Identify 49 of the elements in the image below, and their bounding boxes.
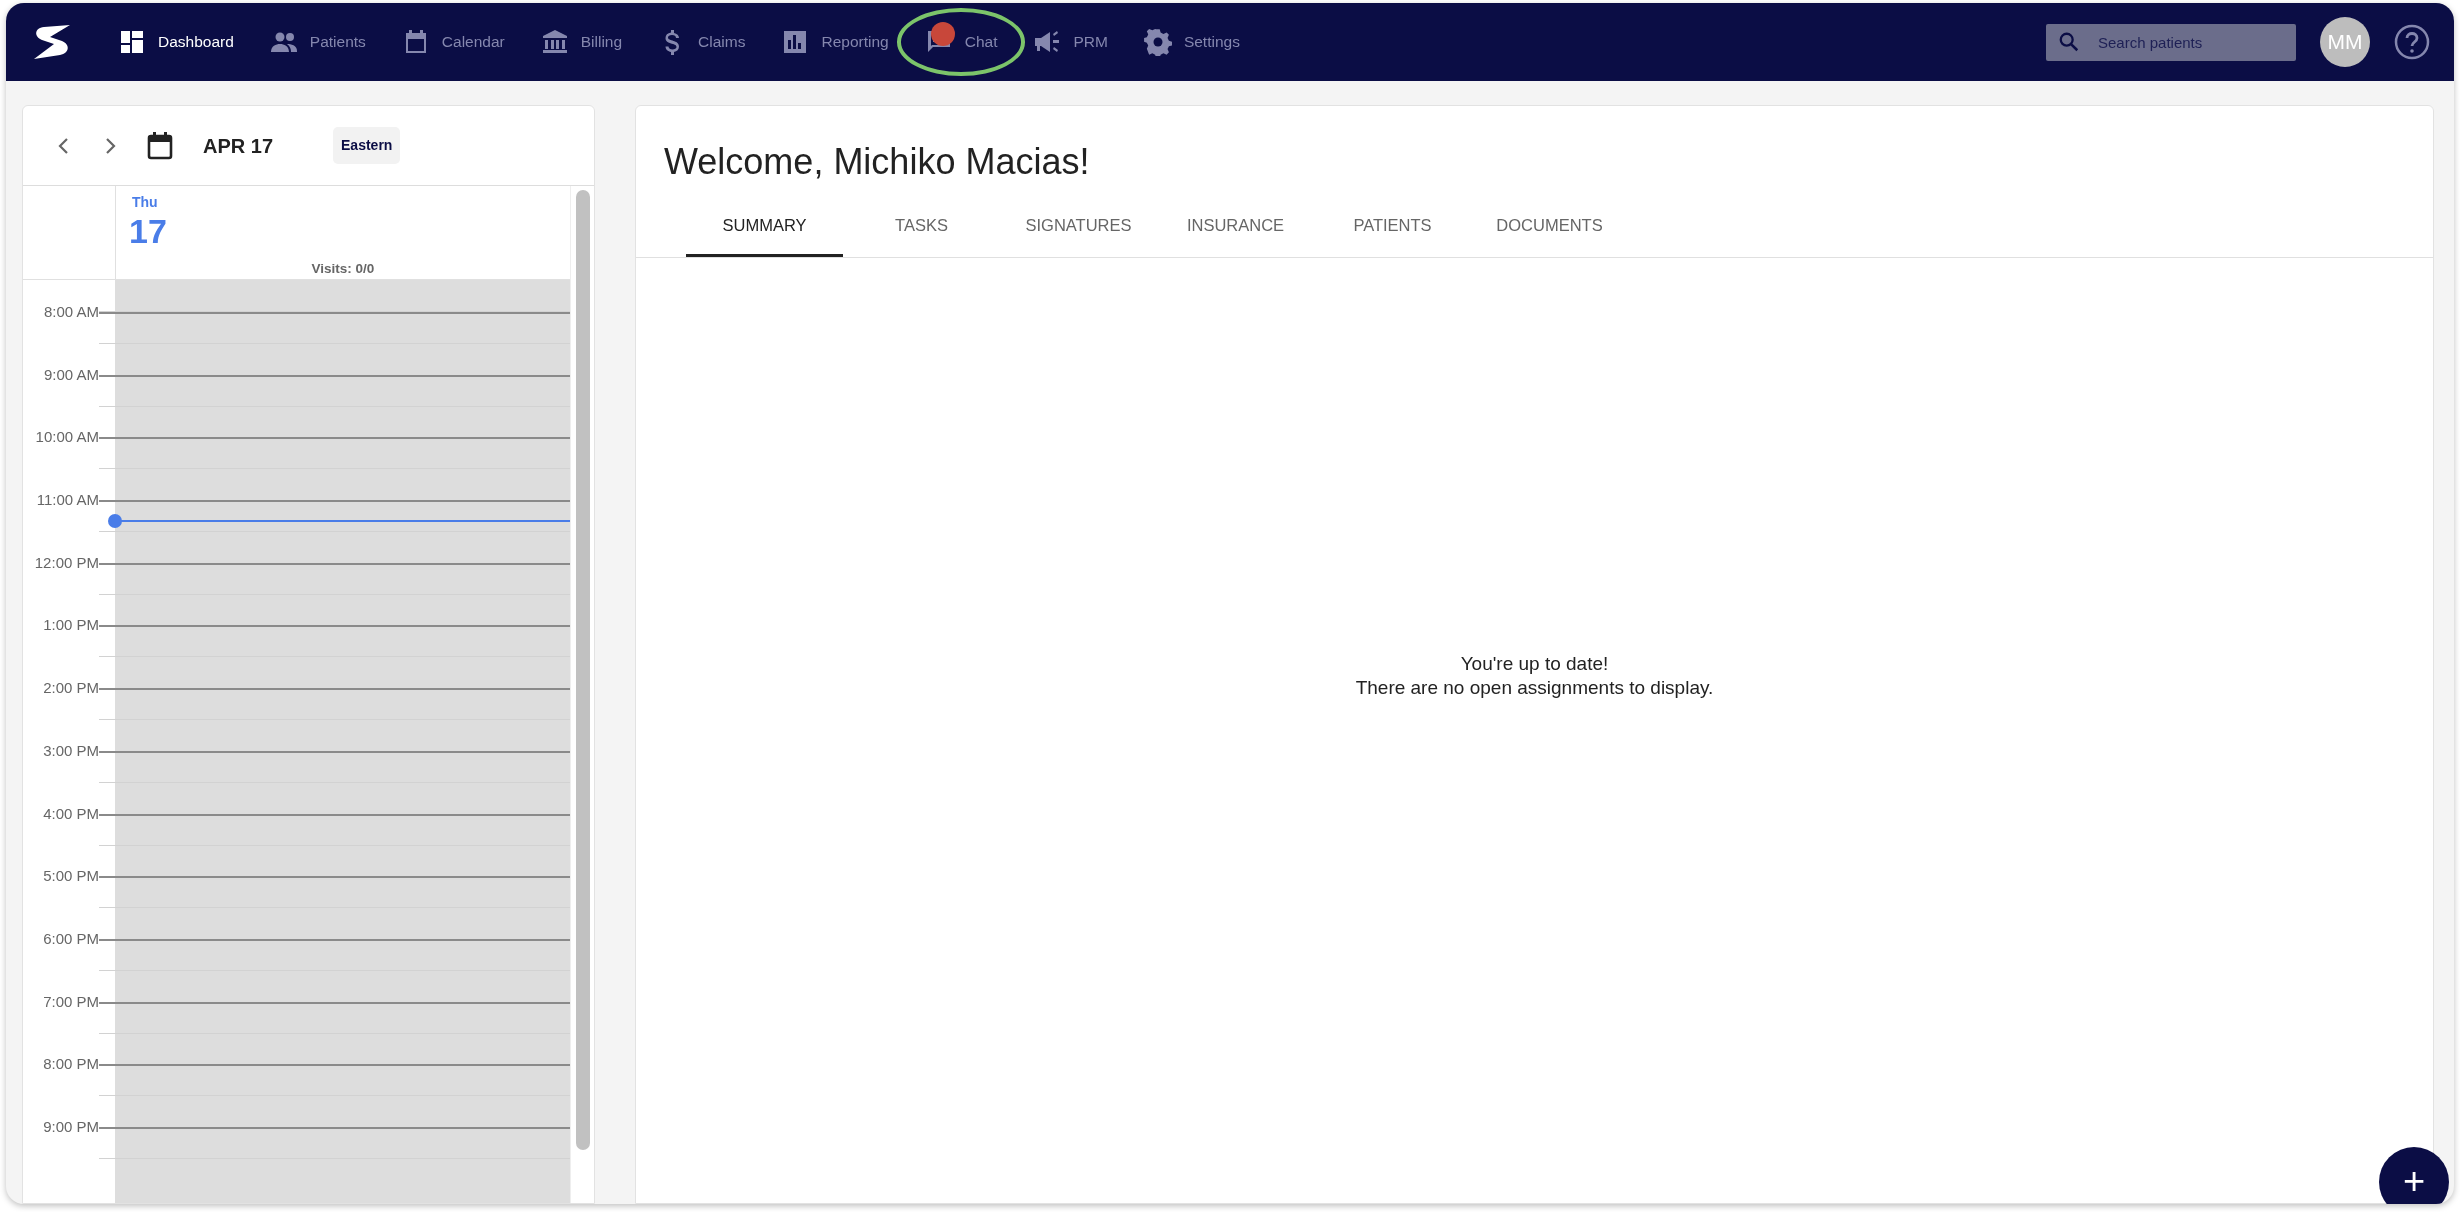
time-label: 4:00 PM [42, 803, 99, 824]
tab[interactable]: INSURANCE [1157, 197, 1314, 258]
time-label: 10:00 AM [34, 427, 99, 448]
day-number: 17 [129, 211, 167, 252]
chevron-right-icon [105, 137, 117, 156]
chevron-left-icon [57, 137, 69, 156]
time-label: 9:00 AM [42, 364, 99, 385]
nav-item[interactable]: Reporting [763, 12, 907, 72]
bank-icon [540, 28, 569, 56]
tab[interactable]: PATIENTS [1314, 197, 1471, 258]
dashboard-icon [118, 28, 146, 56]
time-label: 5:00 PM [42, 866, 99, 887]
nav-item[interactable]: Claims [640, 12, 764, 72]
time-label: 9:00 PM [42, 1116, 99, 1137]
nav-item[interactable]: Dashboard [100, 12, 252, 72]
nav-item[interactable]: PRM [1015, 12, 1126, 72]
time-label: 2:00 PM [42, 678, 99, 699]
tab[interactable]: SIGNATURES [1000, 197, 1157, 258]
time-label: 8:00 AM [42, 302, 99, 322]
settings-icon [1143, 28, 1172, 56]
time-label: 6:00 PM [42, 928, 99, 949]
tab[interactable]: SUMMARY [686, 197, 843, 258]
time-label: 7:00 PM [42, 991, 99, 1012]
nav-item[interactable]: Chat [906, 12, 1016, 72]
date-label: APR 17 [203, 133, 274, 159]
timezone-chip[interactable]: Eastern [333, 127, 401, 164]
search-icon [2058, 30, 2080, 53]
time-label: 8:00 PM [42, 1054, 99, 1075]
scrollbar-thumb[interactable] [576, 190, 590, 1150]
welcome-title: Welcome, Michiko Macias! [664, 140, 1091, 184]
tab[interactable]: DOCUMENTS [1471, 197, 1628, 258]
time-label: 11:00 AM [35, 490, 99, 511]
empty-state-text: There are no open assignments to display. [1355, 675, 1714, 700]
weekday-label: Thu [132, 193, 158, 212]
nav-item[interactable]: Calendar [383, 12, 523, 72]
current-time-dot [108, 514, 122, 529]
tab[interactable]: TASKS [843, 197, 1000, 258]
add-button[interactable]: + [2379, 1147, 2449, 1204]
nav-item[interactable]: Patients [251, 12, 384, 72]
calendar-icon[interactable] [147, 131, 173, 160]
nav-item[interactable]: Settings [1125, 12, 1258, 72]
search-field[interactable]: Search patients [2046, 23, 2296, 61]
time-label: 12:00 PM [33, 552, 99, 573]
time-label: 1:00 PM [42, 615, 99, 636]
nav-item[interactable]: Billing [522, 12, 641, 72]
empty-state-text: You're up to date! [1460, 651, 1609, 676]
visits-count: Visits: 0/0 [310, 259, 376, 278]
help-icon[interactable] [2394, 24, 2430, 60]
time-label: 3:00 PM [42, 740, 99, 761]
